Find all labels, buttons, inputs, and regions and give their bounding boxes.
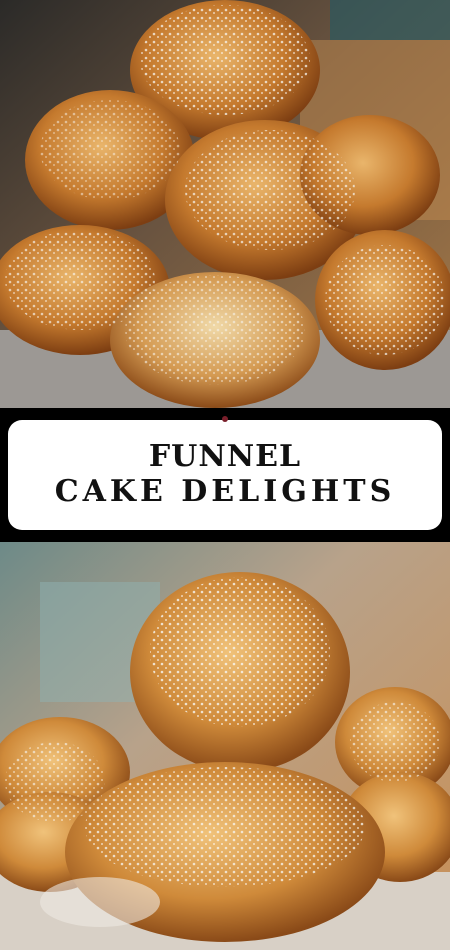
accent-dot <box>222 416 228 422</box>
recipe-pin: FUNNEL CAKE DELIGHTS <box>0 0 450 950</box>
title-card: FUNNEL CAKE DELIGHTS <box>8 420 442 530</box>
bottom-food-photo <box>0 542 450 950</box>
top-food-photo <box>0 0 450 408</box>
title-line-1: FUNNEL <box>148 439 302 474</box>
title-line-2: CAKE DELIGHTS <box>54 474 396 509</box>
